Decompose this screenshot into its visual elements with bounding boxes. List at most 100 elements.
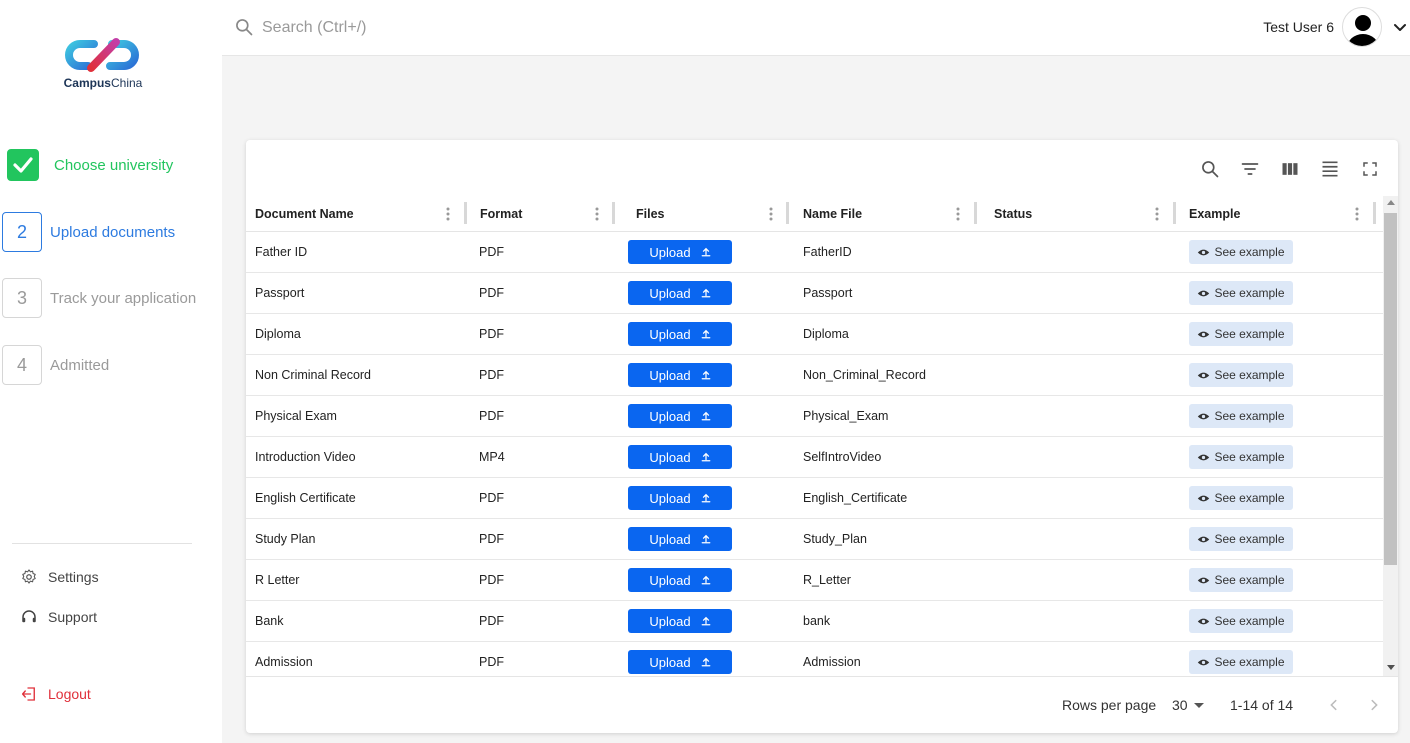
format-cell: PDF xyxy=(479,327,504,341)
see-example-button[interactable]: See example xyxy=(1189,363,1293,387)
eye-icon xyxy=(1198,495,1210,501)
scroll-up-arrow-icon[interactable] xyxy=(1387,200,1395,205)
see-example-label: See example xyxy=(1214,573,1285,587)
upload-label: Upload xyxy=(649,654,691,670)
chevron-right-icon xyxy=(1371,699,1378,711)
upload-label: Upload xyxy=(649,613,691,629)
upload-label: Upload xyxy=(649,285,691,301)
upload-icon xyxy=(701,575,710,585)
format-cell: PDF xyxy=(479,614,504,628)
upload-button[interactable]: Upload xyxy=(628,240,732,264)
upload-button[interactable]: Upload xyxy=(628,281,732,305)
example-cell: See example xyxy=(1189,601,1293,641)
upload-button[interactable]: Upload xyxy=(628,445,732,469)
scroll-down-arrow-icon[interactable] xyxy=(1387,665,1395,670)
sidebar-divider xyxy=(12,543,192,544)
support-link[interactable]: Support xyxy=(20,606,97,628)
column-menu-icon[interactable] xyxy=(1153,206,1161,222)
vertical-scrollbar[interactable] xyxy=(1383,196,1398,676)
column-resize-handle[interactable] xyxy=(612,202,615,224)
upload-button[interactable]: Upload xyxy=(628,404,732,428)
column-resize-handle[interactable] xyxy=(786,202,789,224)
files-cell: Upload xyxy=(628,314,732,354)
campus-china-logo[interactable]: CampusChina xyxy=(58,34,148,94)
eye-icon xyxy=(1198,413,1210,419)
avatar[interactable] xyxy=(1342,7,1382,47)
see-example-label: See example xyxy=(1214,532,1285,546)
see-example-button[interactable]: See example xyxy=(1189,445,1293,469)
see-example-button[interactable]: See example xyxy=(1189,404,1293,428)
format-cell: PDF xyxy=(479,409,504,423)
column-resize-handle[interactable] xyxy=(1173,202,1176,224)
fullscreen-icon[interactable] xyxy=(1359,158,1381,180)
scrollbar-thumb[interactable] xyxy=(1384,213,1397,565)
column-resize-handle[interactable] xyxy=(464,202,467,224)
step-number: 4 xyxy=(2,345,42,385)
column-resize-handle[interactable] xyxy=(1373,202,1376,224)
column-menu-icon[interactable] xyxy=(1353,206,1361,222)
step-admitted[interactable]: 4 Admitted xyxy=(2,345,217,385)
user-silhouette-icon xyxy=(1347,15,1379,46)
step-label: Choose university xyxy=(54,156,174,174)
format-cell: PDF xyxy=(479,286,504,300)
user-name[interactable]: Test User 6 xyxy=(1263,19,1334,35)
column-resize-handle[interactable] xyxy=(974,202,977,224)
eye-icon xyxy=(1198,331,1210,337)
upload-button[interactable]: Upload xyxy=(628,363,732,387)
see-example-button[interactable]: See example xyxy=(1189,486,1293,510)
upload-button[interactable]: Upload xyxy=(628,322,732,346)
checkmark-icon xyxy=(7,149,39,181)
table-row: Admission PDF Upload Admission See example xyxy=(246,642,1383,676)
logout-link[interactable]: Logout xyxy=(20,683,91,705)
upload-button[interactable]: Upload xyxy=(628,527,732,551)
eye-icon xyxy=(1198,249,1210,255)
rows-per-page-select[interactable]: 30 xyxy=(1172,697,1204,713)
search-icon[interactable] xyxy=(1199,158,1221,180)
see-example-button[interactable]: See example xyxy=(1189,281,1293,305)
files-cell: Upload xyxy=(628,273,732,313)
see-example-button[interactable]: See example xyxy=(1189,609,1293,633)
column-header-example[interactable]: Example xyxy=(1189,196,1240,232)
table-row: Non Criminal Record PDF Upload Non_Criminal… xyxy=(246,355,1383,396)
step-track-application[interactable]: 3 Track your application xyxy=(2,278,217,318)
see-example-button[interactable]: See example xyxy=(1189,568,1293,592)
upload-button[interactable]: Upload xyxy=(628,568,732,592)
column-header-format[interactable]: Format xyxy=(480,196,522,232)
eye-icon xyxy=(1198,536,1210,542)
see-example-button[interactable]: See example xyxy=(1189,527,1293,551)
see-example-button[interactable]: See example xyxy=(1189,240,1293,264)
name-file-cell: Admission xyxy=(803,655,861,669)
step-upload-documents[interactable]: 2 Upload documents xyxy=(2,212,217,252)
step-choose-university[interactable]: Choose university xyxy=(2,145,217,185)
document-name-cell: Study Plan xyxy=(255,532,316,546)
column-menu-icon[interactable] xyxy=(767,206,775,222)
previous-page-button[interactable] xyxy=(1324,695,1344,715)
settings-link[interactable]: Settings xyxy=(20,566,99,588)
column-menu-icon[interactable] xyxy=(593,206,601,222)
example-cell: See example xyxy=(1189,478,1293,518)
column-header-name-file[interactable]: Name File xyxy=(803,196,862,232)
format-cell: PDF xyxy=(479,655,504,669)
table-row: Father ID PDF Upload FatherID See example xyxy=(246,232,1383,273)
columns-icon[interactable] xyxy=(1279,158,1301,180)
see-example-button[interactable]: See example xyxy=(1189,650,1293,674)
see-example-button[interactable]: See example xyxy=(1189,322,1293,346)
upload-button[interactable]: Upload xyxy=(628,486,732,510)
upload-icon xyxy=(701,411,710,421)
filter-icon[interactable] xyxy=(1239,158,1261,180)
column-header-files[interactable]: Files xyxy=(636,196,665,232)
upload-button[interactable]: Upload xyxy=(628,650,732,674)
column-menu-icon[interactable] xyxy=(954,206,962,222)
column-menu-icon[interactable] xyxy=(444,206,452,222)
example-cell: See example xyxy=(1189,642,1293,676)
table-row: Introduction Video MP4 Upload SelfIntroVide… xyxy=(246,437,1383,478)
support-label: Support xyxy=(48,609,98,625)
upload-button[interactable]: Upload xyxy=(628,609,732,633)
next-page-button[interactable] xyxy=(1364,695,1384,715)
density-icon[interactable] xyxy=(1319,158,1341,180)
search-input[interactable] xyxy=(262,14,562,42)
column-header-document-name[interactable]: Document Name xyxy=(255,196,354,232)
chevron-down-icon[interactable] xyxy=(1392,20,1408,36)
column-header-status[interactable]: Status xyxy=(994,196,1032,232)
step-label: Track your application xyxy=(50,289,197,307)
